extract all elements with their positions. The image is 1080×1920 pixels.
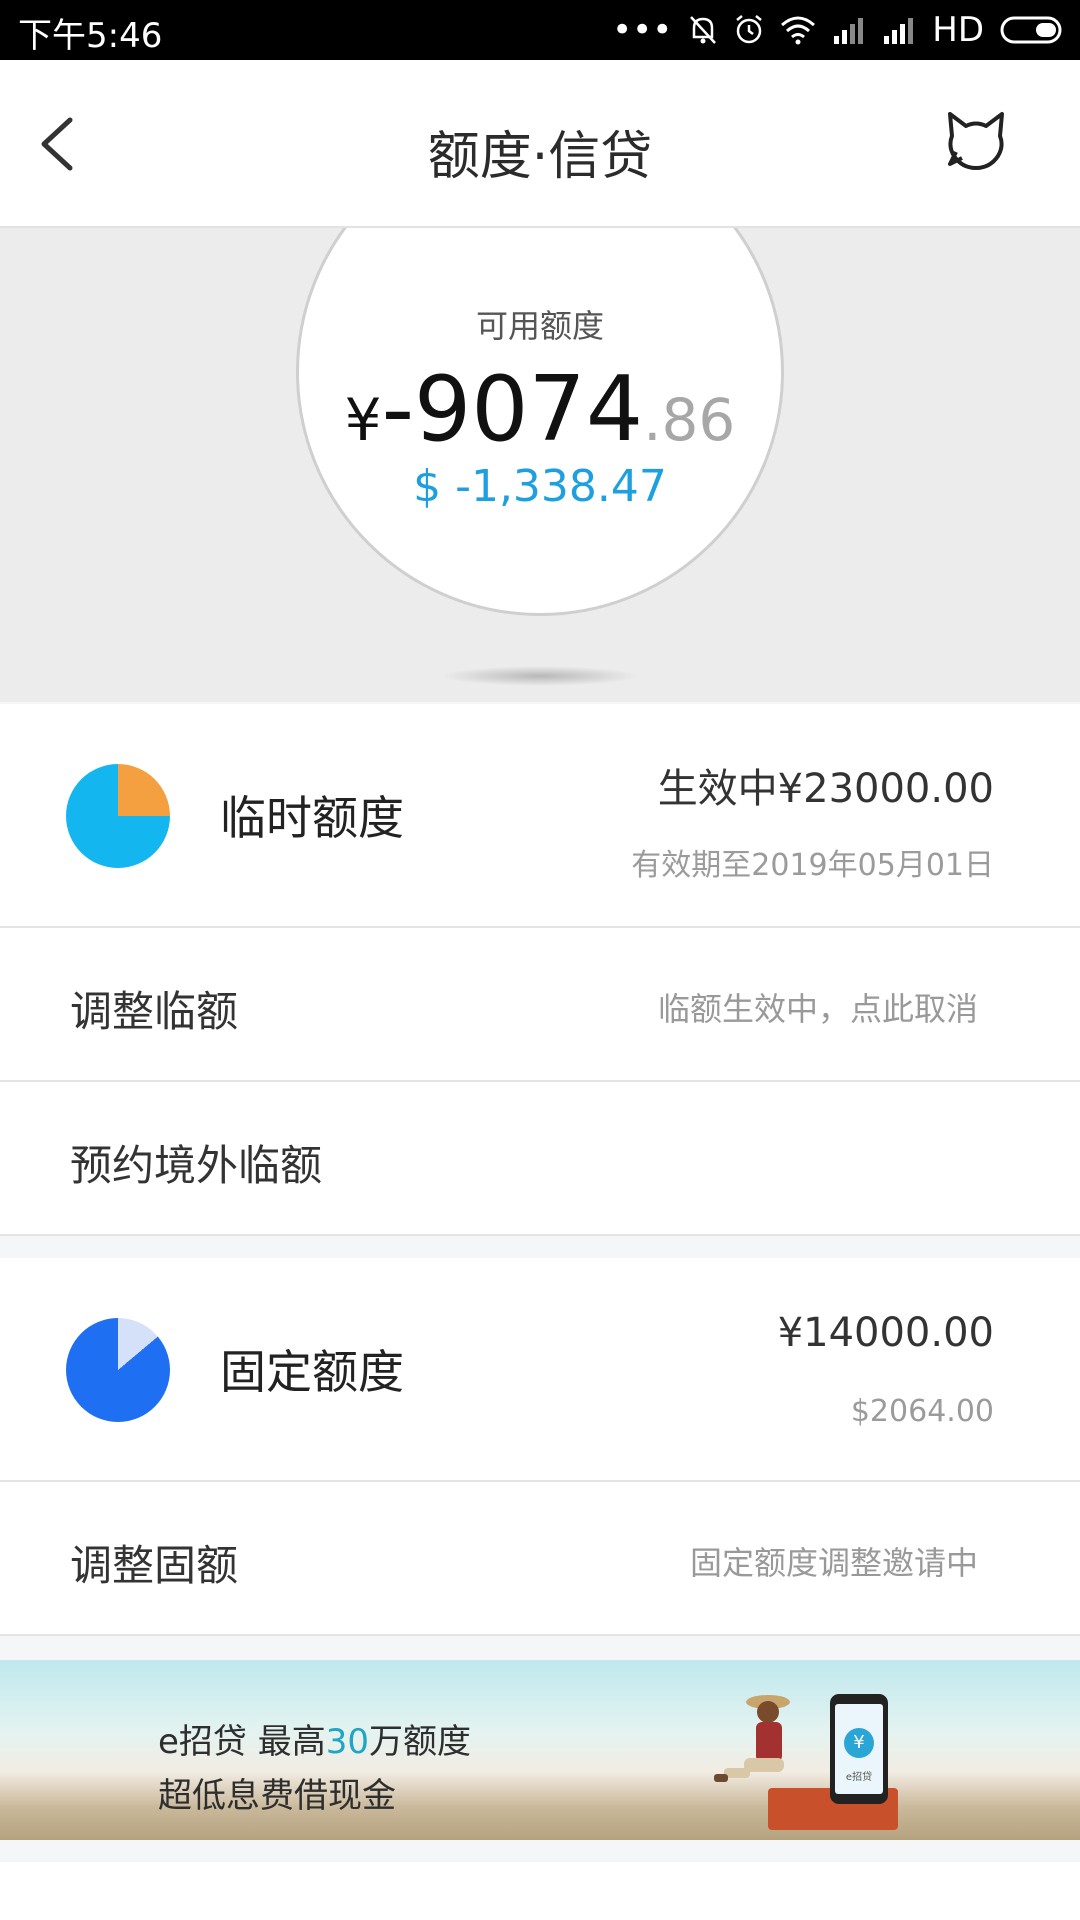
banner-headline-suffix: 万额度 — [369, 1722, 471, 1762]
temp-limit-title: 临时额度 — [220, 791, 404, 845]
overseas-temp-limit-row[interactable]: 预约境外临额 — [0, 1082, 1080, 1236]
fixed-limit-title: 固定额度 — [220, 1345, 404, 1399]
battery-icon — [1000, 16, 1062, 44]
yen-coin-icon: ¥ — [844, 1728, 874, 1758]
available-limit-section: 可用额度 ¥-9074.86 $ -1,338.47 — [0, 228, 1080, 702]
signal-icon-1 — [834, 18, 864, 44]
banner-headline: e招贷 最高30万额度 — [158, 1714, 471, 1763]
fixed-limit-value: ¥14000.00 — [777, 1310, 994, 1356]
fixed-limit-usd: $2064.00 — [850, 1394, 994, 1429]
status-icons: ••• HD — [612, 8, 1066, 52]
customer-service-icon[interactable] — [940, 106, 1012, 178]
banner-headline-prefix: e招贷 最高 — [158, 1722, 326, 1762]
adjust-temp-limit-row[interactable]: 调整临额 临额生效中，点此取消 — [0, 928, 1080, 1082]
available-limit-circle: 可用额度 ¥-9074.86 $ -1,338.47 — [296, 228, 784, 616]
available-limit-amount: ¥-9074.86 — [299, 357, 781, 462]
mute-bell-icon — [690, 16, 717, 44]
circle-shadow — [440, 666, 640, 686]
alarm-icon — [736, 15, 763, 44]
available-limit-usd: $ -1,338.47 — [413, 461, 667, 512]
status-bar: 下午5:46 ••• HD — [0, 0, 1080, 60]
adjust-temp-limit-label: 调整临额 — [70, 987, 239, 1036]
adjust-fixed-limit-row[interactable]: 调整固额 固定额度调整邀请中 — [0, 1482, 1080, 1636]
status-time: 下午5:46 — [18, 16, 163, 56]
banner-headline-amount: 30 — [325, 1722, 369, 1762]
banner-subline: 超低息费借现金 — [158, 1776, 396, 1816]
adjust-fixed-limit-label: 调整固额 — [70, 1541, 239, 1590]
network-type: HD — [932, 10, 984, 50]
fixed-limit-row[interactable]: 固定额度 ¥14000.00 $2064.00 — [0, 1258, 1080, 1482]
adjust-temp-limit-status: 临额生效中，点此取消 — [657, 990, 978, 1028]
phone-illustration: ¥ e招贷 — [830, 1694, 888, 1804]
phone-brand-text: e招贷 — [845, 1772, 873, 1783]
overseas-temp-limit-label: 预约境外临额 — [70, 1141, 323, 1190]
adjust-fixed-limit-status: 固定额度调整邀请中 — [689, 1544, 978, 1582]
signal-icon-2 — [884, 18, 914, 44]
temp-limit-value: 生效中¥23000.00 — [657, 766, 994, 812]
temp-limit-pie-icon — [66, 764, 170, 868]
fixed-limit-pie-icon — [66, 1318, 170, 1422]
available-limit-label: 可用额度 — [475, 307, 604, 345]
amount-decimal: .86 — [643, 386, 736, 454]
temp-limit-expiry: 有效期至2019年05月01日 — [631, 848, 994, 883]
loan-promo-banner[interactable]: e招贷 最高30万额度 超低息费借现金 ¥ e招贷 — [0, 1660, 1080, 1840]
temp-limit-row[interactable]: 临时额度 生效中¥23000.00 有效期至2019年05月01日 — [0, 704, 1080, 928]
amount-integer: -9074 — [381, 357, 644, 462]
more-dots-icon: ••• — [612, 10, 673, 50]
nav-bar: 额度·信贷 — [0, 60, 1080, 228]
bottom-area — [0, 1862, 1080, 1920]
wifi-icon — [781, 16, 816, 45]
page-title: 额度·信贷 — [427, 127, 653, 187]
phone-screen: ¥ e招贷 — [835, 1704, 883, 1794]
currency-symbol: ¥ — [344, 386, 382, 454]
